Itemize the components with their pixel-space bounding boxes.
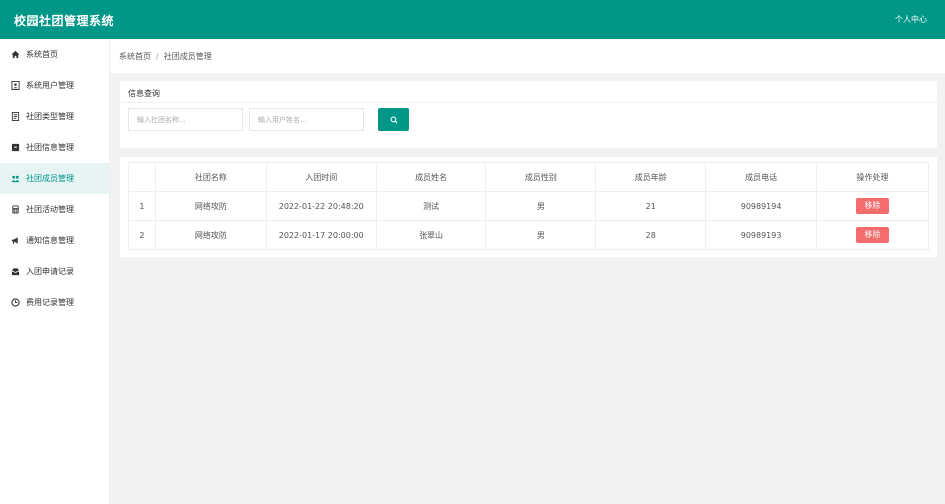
sidebar-item-label: 社团信息管理 xyxy=(26,143,74,152)
cell-join-time: 2022-01-17 20:00:00 xyxy=(265,220,377,250)
members-table: 社团名称 入团时间 成员姓名 成员性别 成员年龄 成员电话 操作处理 1 网络攻… xyxy=(128,162,929,250)
table-row: 2 网络攻防 2022-01-17 20:00:00 张翠山 男 28 9098… xyxy=(128,220,929,250)
home-icon xyxy=(10,50,20,60)
cell-actions: 移除 xyxy=(816,191,929,221)
breadcrumb-current: 社团成员管理 xyxy=(163,52,212,61)
cell-name: 测试 xyxy=(375,191,487,221)
cell-name: 张翠山 xyxy=(375,220,487,250)
top-header: 校园社团管理系统 个人中心 xyxy=(0,0,945,39)
cell-gender: 男 xyxy=(485,220,597,250)
column-header-actions: 操作处理 xyxy=(816,162,929,192)
cell-phone: 90989194 xyxy=(705,191,818,221)
cell-club: 网络攻防 xyxy=(154,220,267,250)
document-icon xyxy=(10,112,20,122)
sidebar-item-label: 入团申请记录 xyxy=(26,267,74,276)
user-card-icon xyxy=(10,81,20,91)
cell-index: 1 xyxy=(128,191,156,221)
column-header-phone: 成员电话 xyxy=(705,162,818,192)
search-icon xyxy=(390,112,398,127)
sidebar-item-label: 系统用户管理 xyxy=(26,81,74,90)
column-header-gender: 成员性别 xyxy=(485,162,597,192)
calculator-icon xyxy=(10,205,20,215)
search-card: 信息查询 xyxy=(120,81,937,148)
sidebar-item-fees[interactable]: 费用记录管理 xyxy=(0,287,109,318)
clock-icon xyxy=(10,298,20,308)
sidebar-item-applications[interactable]: 入团申请记录 xyxy=(0,256,109,287)
cell-phone: 90989193 xyxy=(705,220,818,250)
group-icon xyxy=(10,174,20,184)
sidebar-item-home[interactable]: 系统首页 xyxy=(0,39,109,70)
table-header-row: 社团名称 入团时间 成员姓名 成员性别 成员年龄 成员电话 操作处理 xyxy=(128,162,929,192)
table-row: 1 网络攻防 2022-01-22 20:48:20 测试 男 21 90989… xyxy=(128,191,929,221)
sidebar-item-notices[interactable]: 通知信息管理 xyxy=(0,225,109,256)
user-name-input[interactable] xyxy=(249,108,364,131)
cell-age: 21 xyxy=(595,191,707,221)
sidebar-item-label: 社团类型管理 xyxy=(26,112,74,121)
search-button[interactable] xyxy=(378,108,409,131)
breadcrumb: 系统首页 / 社团成员管理 xyxy=(119,51,212,62)
members-table-card: 社团名称 入团时间 成员姓名 成员性别 成员年龄 成员电话 操作处理 1 网络攻… xyxy=(120,157,937,257)
column-header-age: 成员年龄 xyxy=(595,162,707,192)
column-header-name: 成员姓名 xyxy=(375,162,487,192)
breadcrumb-home[interactable]: 系统首页 xyxy=(119,52,151,61)
sidebar-item-label: 社团成员管理 xyxy=(26,174,74,183)
remove-button[interactable]: 移除 xyxy=(856,198,890,214)
sidebar-item-label: 通知信息管理 xyxy=(26,236,74,245)
archive-icon xyxy=(10,143,20,153)
breadcrumb-bar: 系统首页 / 社团成员管理 xyxy=(110,39,945,73)
cell-gender: 男 xyxy=(485,191,597,221)
megaphone-icon xyxy=(10,236,20,246)
app-title: 校园社团管理系统 xyxy=(14,14,115,28)
column-header-club: 社团名称 xyxy=(154,162,267,192)
sidebar-item-club-types[interactable]: 社团类型管理 xyxy=(0,101,109,132)
sidebar-item-label: 社团活动管理 xyxy=(26,205,74,214)
cell-join-time: 2022-01-22 20:48:20 xyxy=(265,191,377,221)
club-name-input[interactable] xyxy=(128,108,243,131)
sidebar-item-label: 系统首页 xyxy=(26,50,58,59)
column-header-join-time: 入团时间 xyxy=(265,162,377,192)
sidebar: 系统首页 系统用户管理 社团类型管理 社团信息管理 社团成员管理 社团活动管理 xyxy=(0,39,110,504)
sidebar-item-club-members[interactable]: 社团成员管理 xyxy=(0,163,109,194)
sidebar-item-label: 费用记录管理 xyxy=(26,298,74,307)
cell-actions: 移除 xyxy=(816,220,929,250)
cell-index: 2 xyxy=(128,220,156,250)
inbox-icon xyxy=(10,267,20,277)
search-card-title: 信息查询 xyxy=(120,81,937,103)
user-center-link[interactable]: 个人中心 xyxy=(895,14,927,25)
sidebar-item-club-activities[interactable]: 社团活动管理 xyxy=(0,194,109,225)
breadcrumb-separator: / xyxy=(156,52,159,61)
sidebar-item-users[interactable]: 系统用户管理 xyxy=(0,70,109,101)
remove-button[interactable]: 移除 xyxy=(856,227,890,243)
sidebar-item-club-info[interactable]: 社团信息管理 xyxy=(0,132,109,163)
cell-club: 网络攻防 xyxy=(154,191,267,221)
cell-age: 28 xyxy=(595,220,707,250)
column-header-index xyxy=(128,162,156,192)
